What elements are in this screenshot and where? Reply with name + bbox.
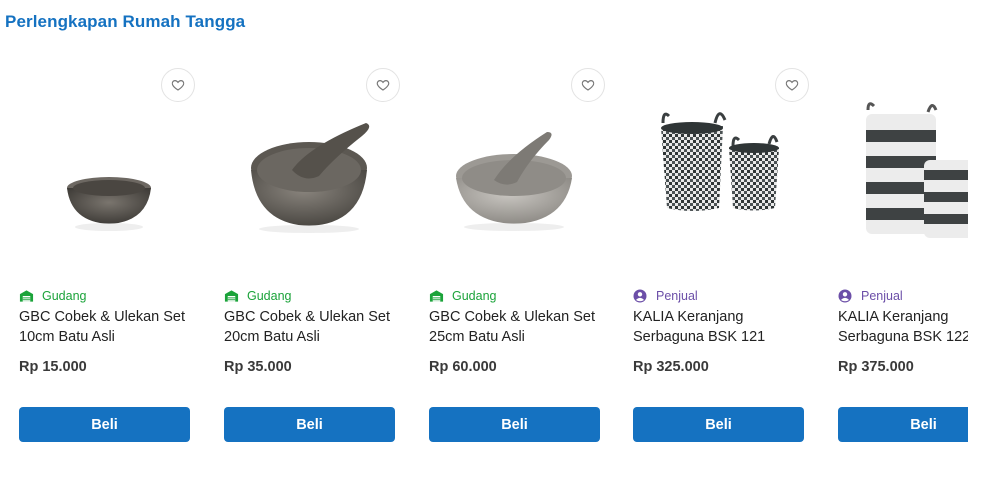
section-title: Perlengkapan Rumah Tangga bbox=[5, 12, 246, 31]
seller-icon bbox=[838, 289, 853, 303]
heart-icon bbox=[581, 80, 595, 91]
product-card[interactable]: Gudang GBC Cobek & Ulekan Set 25cm Batu … bbox=[429, 58, 609, 458]
warehouse-icon bbox=[429, 289, 444, 303]
product-price: Rp 35.000 bbox=[224, 359, 292, 375]
source-label: Penjual bbox=[656, 289, 698, 303]
product-image[interactable] bbox=[19, 98, 199, 263]
product-image[interactable] bbox=[838, 98, 968, 263]
heart-icon bbox=[171, 80, 185, 91]
product-price: Rp 15.000 bbox=[19, 359, 87, 375]
buy-button[interactable]: Beli bbox=[429, 407, 600, 442]
buy-button[interactable]: Beli bbox=[224, 407, 395, 442]
striped-baskets-image bbox=[866, 102, 968, 238]
buy-button[interactable]: Beli bbox=[838, 407, 968, 442]
source-badge: Penjual bbox=[838, 288, 903, 304]
knitted-baskets-image bbox=[661, 112, 779, 211]
source-badge: Gudang bbox=[19, 288, 86, 304]
product-image[interactable] bbox=[633, 98, 813, 263]
product-card[interactable]: Penjual KALIA Keranjang Serbaguna BSK 12… bbox=[838, 58, 968, 458]
source-badge: Gudang bbox=[224, 288, 291, 304]
product-price: Rp 325.000 bbox=[633, 359, 709, 375]
product-name[interactable]: KALIA Keranjang Serbaguna BSK 122 bbox=[838, 307, 968, 349]
heart-icon bbox=[785, 80, 799, 91]
product-name[interactable]: KALIA Keranjang Serbaguna BSK 121 bbox=[633, 307, 813, 349]
source-badge: Penjual bbox=[633, 288, 698, 304]
source-badge: Gudang bbox=[429, 288, 496, 304]
wishlist-button[interactable] bbox=[366, 68, 400, 102]
product-price: Rp 60.000 bbox=[429, 359, 497, 375]
source-label: Penjual bbox=[861, 289, 903, 303]
product-card[interactable]: Gudang GBC Cobek & Ulekan Set 20cm Batu … bbox=[224, 58, 404, 458]
product-image[interactable] bbox=[429, 98, 609, 263]
heart-icon bbox=[376, 80, 390, 91]
product-name[interactable]: GBC Cobek & Ulekan Set 25cm Batu Asli bbox=[429, 307, 609, 349]
product-price: Rp 375.000 bbox=[838, 359, 914, 375]
seller-icon bbox=[633, 289, 648, 303]
source-label: Gudang bbox=[42, 289, 87, 303]
source-label: Gudang bbox=[247, 289, 292, 303]
wishlist-button[interactable] bbox=[775, 68, 809, 102]
product-carousel[interactable]: Gudang GBC Cobek & Ulekan Set 10cm Batu … bbox=[0, 58, 968, 478]
stone-mortar-pestle-image bbox=[251, 123, 370, 233]
product-name[interactable]: GBC Cobek & Ulekan Set 20cm Batu Asli bbox=[224, 307, 404, 349]
product-image[interactable] bbox=[224, 98, 404, 263]
buy-button[interactable]: Beli bbox=[19, 407, 190, 442]
source-label: Gudang bbox=[452, 289, 497, 303]
warehouse-icon bbox=[224, 289, 239, 303]
wishlist-button[interactable] bbox=[571, 68, 605, 102]
warehouse-icon bbox=[19, 289, 34, 303]
stone-mortar-image bbox=[67, 177, 151, 231]
wishlist-button[interactable] bbox=[161, 68, 195, 102]
grey-stone-mortar-image bbox=[456, 132, 572, 231]
buy-button[interactable]: Beli bbox=[633, 407, 804, 442]
product-name[interactable]: GBC Cobek & Ulekan Set 10cm Batu Asli bbox=[19, 307, 199, 349]
product-track: Gudang GBC Cobek & Ulekan Set 10cm Batu … bbox=[0, 58, 968, 478]
product-card[interactable]: Gudang GBC Cobek & Ulekan Set 10cm Batu … bbox=[19, 58, 199, 458]
product-card[interactable]: Penjual KALIA Keranjang Serbaguna BSK 12… bbox=[633, 58, 813, 458]
